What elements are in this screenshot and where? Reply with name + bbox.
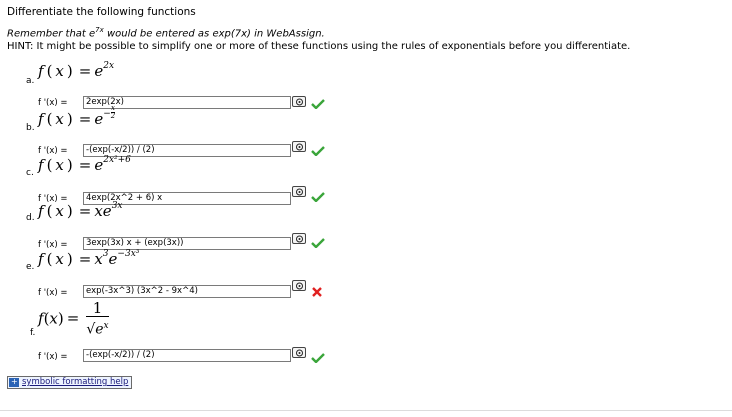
derivative-label-b: f '(x) = xyxy=(38,146,68,156)
problem-letter-e: e. xyxy=(26,262,35,272)
keyboard-icon[interactable] xyxy=(292,347,306,358)
problem-letter-f: f. xyxy=(30,328,36,338)
function-d: f(x) = xe3x xyxy=(38,201,123,220)
checkmark-icon xyxy=(311,146,325,156)
problem-letter-d: d. xyxy=(26,213,35,223)
keyboard-icon[interactable] xyxy=(292,280,306,291)
symbolic-formatting-help-button[interactable]: symbolic formatting help xyxy=(7,376,133,389)
problem-letter-a: a. xyxy=(26,76,35,86)
answer-input-f[interactable]: -(exp(-x/2)) / (2) xyxy=(83,349,291,362)
keyboard-icon[interactable] xyxy=(292,186,306,197)
problem-letter-c: c. xyxy=(26,168,34,178)
function-c: f(x) = e2x²+6 xyxy=(38,155,131,174)
problem-letter-b: b. xyxy=(26,123,35,133)
instructions-title: Differentiate the following functions xyxy=(7,6,196,18)
keyboard-icon[interactable] xyxy=(292,233,306,244)
derivative-label-e: f '(x) = xyxy=(38,288,68,298)
x-mark-icon xyxy=(312,287,322,297)
function-f: f(x) = 1 √ex xyxy=(38,299,109,338)
checkmark-icon xyxy=(311,238,325,248)
answer-input-e[interactable]: exp(-3x^3) (3x^2 - 9x^4) xyxy=(83,285,291,298)
remember-note: Remember that e7x would be entered as ex… xyxy=(7,26,325,40)
symbolic-formatting-help-label: symbolic formatting help xyxy=(22,377,129,387)
hint-text: HINT: It might be possible to simplify o… xyxy=(7,41,631,52)
checkmark-icon xyxy=(311,192,325,202)
derivative-label-a: f '(x) = xyxy=(38,98,68,108)
answer-input-d[interactable]: 3exp(3x) x + (exp(3x)) xyxy=(83,237,291,250)
keyboard-icon[interactable] xyxy=(292,96,306,107)
derivative-label-f: f '(x) = xyxy=(38,352,68,362)
checkmark-icon xyxy=(311,353,325,363)
function-e: f(x) = x3e−3x³ xyxy=(38,249,140,268)
divider xyxy=(0,410,732,411)
help-icon xyxy=(9,376,19,387)
function-a: f(x) = e2x xyxy=(38,61,115,80)
derivative-label-d: f '(x) = xyxy=(38,240,68,250)
function-b: f(x) = e− x 2 xyxy=(38,104,116,128)
keyboard-icon[interactable] xyxy=(292,141,306,152)
checkmark-icon xyxy=(311,99,325,109)
